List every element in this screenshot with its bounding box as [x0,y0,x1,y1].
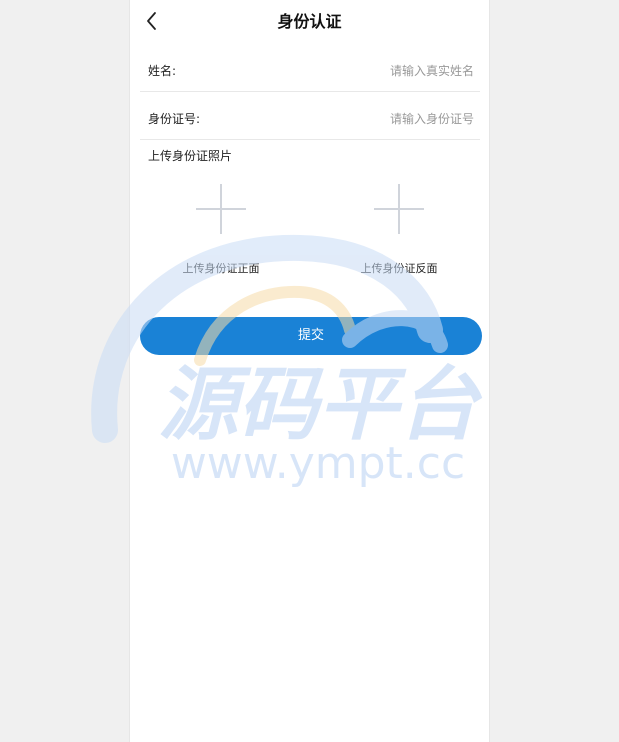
upload-front-button[interactable]: 上传身份证正面 [156,178,286,278]
photo-section-label: 上传身份证照片 [148,149,233,163]
name-input[interactable] [284,60,474,82]
upload-back-button[interactable]: 上传身份证反面 [334,178,464,278]
page-title: 身份认证 [277,12,342,31]
name-row: 姓名: [140,52,480,92]
id-number-input[interactable] [284,108,474,130]
id-number-row: 身份证号: [140,100,480,140]
plus-icon [374,184,424,234]
header-bar: 身份认证 [130,0,489,44]
id-number-label: 身份证号: [148,112,201,126]
phone-screen: 身份认证 姓名: 身份证号: 上传身份证照片 上传身份证正面 上传身份证反面 提… [129,0,490,742]
plus-icon [196,184,246,234]
upload-back-label: 上传身份证反面 [360,262,438,275]
upload-front-label: 上传身份证正面 [182,262,260,275]
submit-button[interactable]: 提交 [140,317,482,355]
name-label: 姓名: [148,64,177,78]
